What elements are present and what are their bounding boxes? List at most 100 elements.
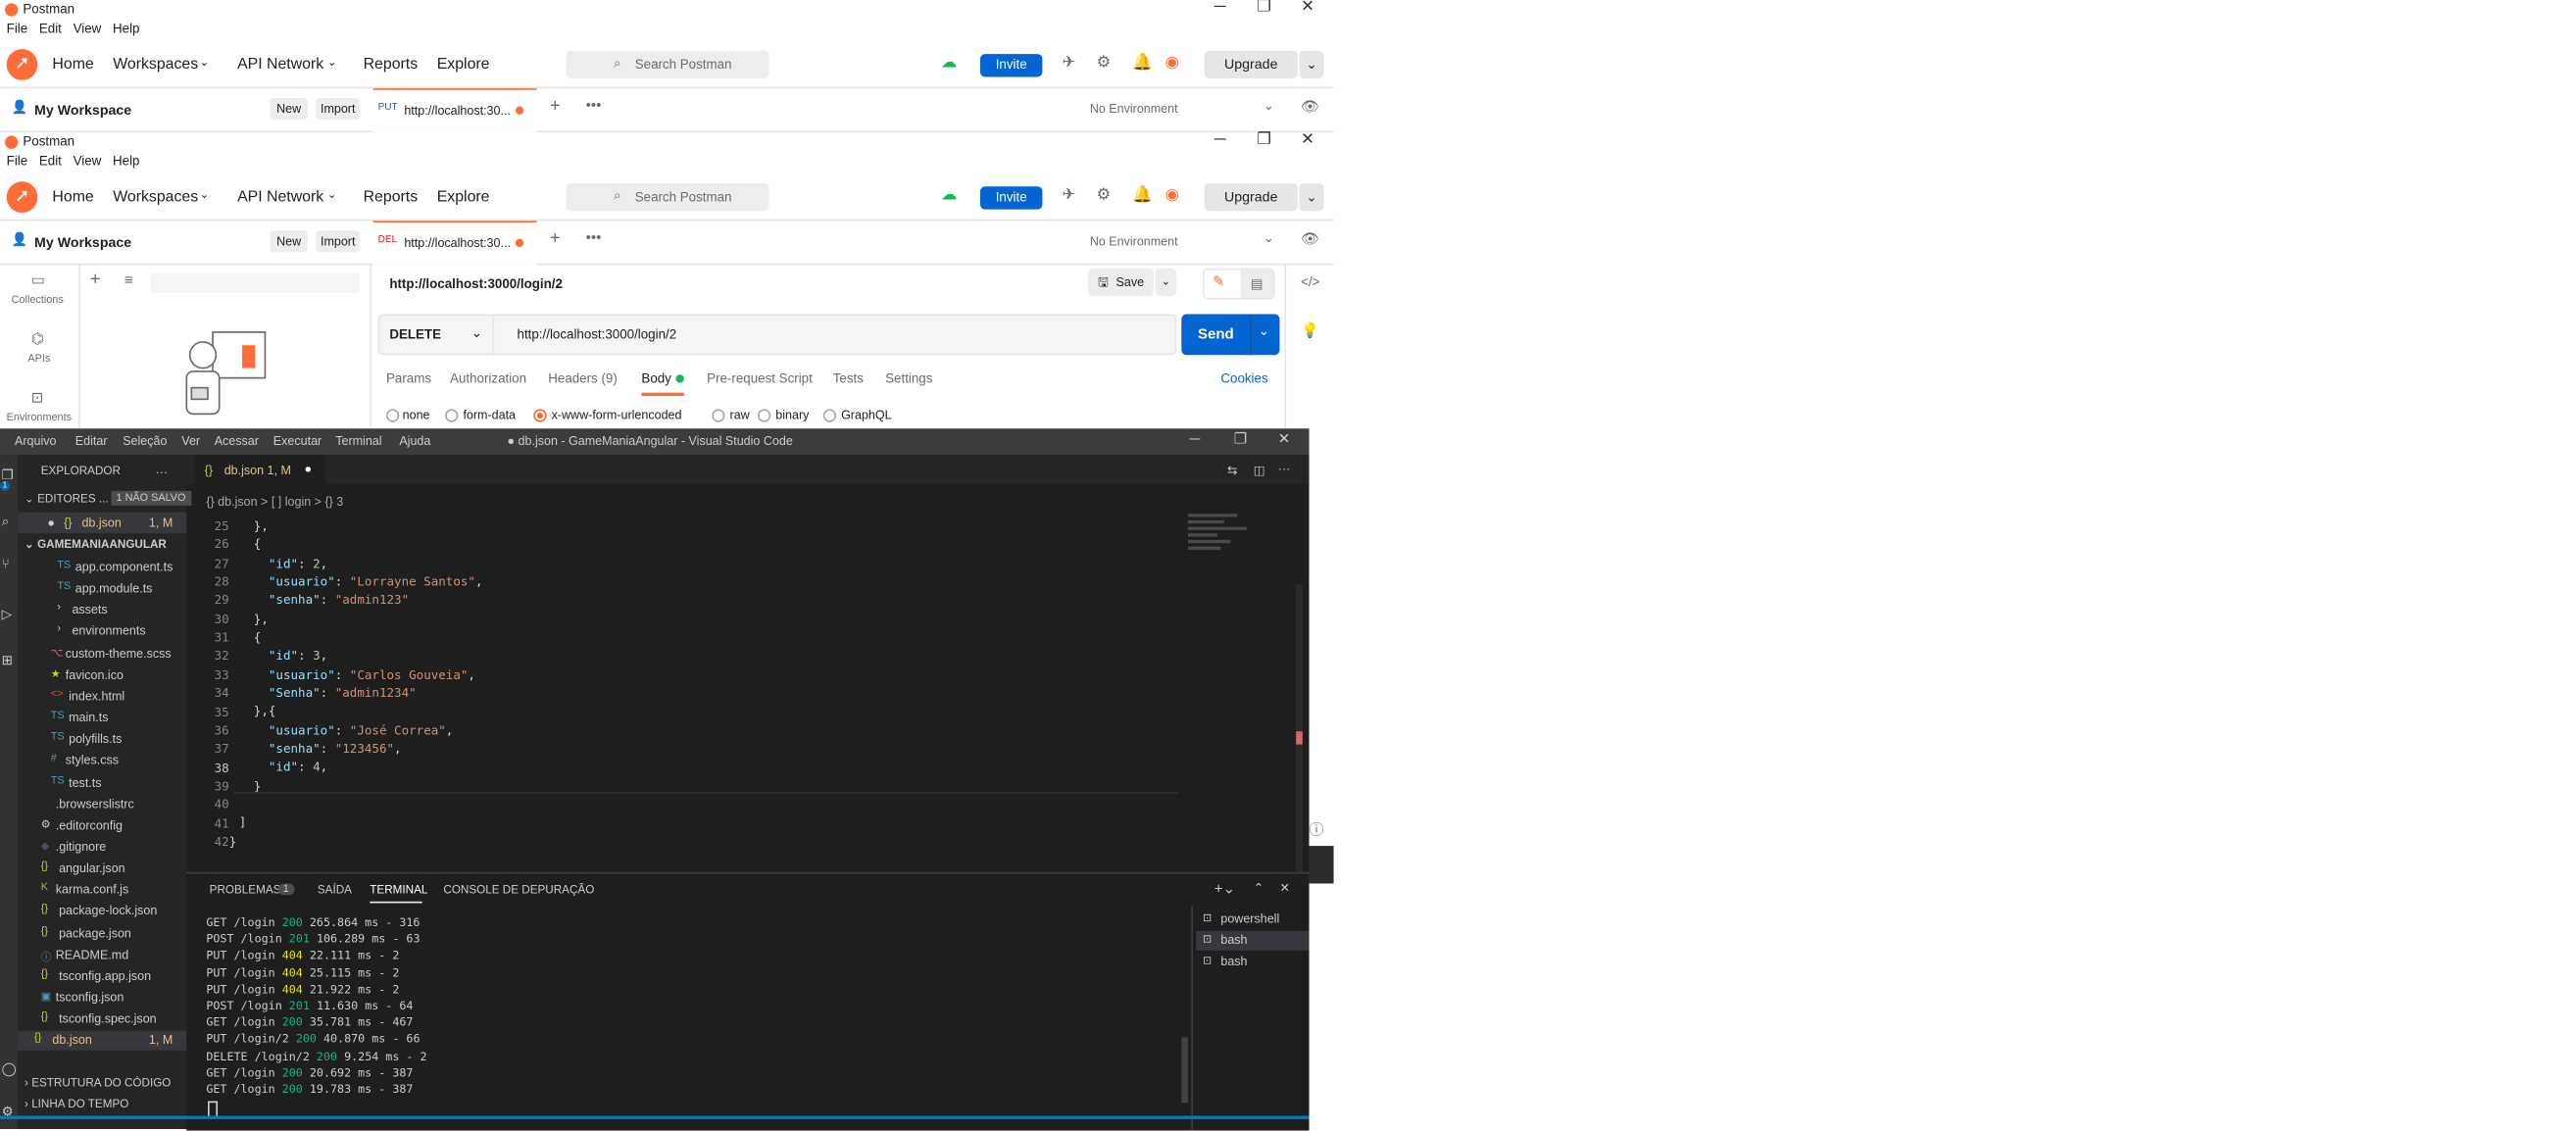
tab-terminal[interactable]: TERMINAL — [370, 885, 427, 897]
help-icon[interactable]: ⓘ — [1310, 818, 1334, 843]
radio-binary[interactable] — [757, 409, 771, 422]
save-button[interactable]: 🖫 Save — [1088, 268, 1154, 297]
extensions-icon[interactable]: ⊞ — [2, 653, 13, 667]
menu-edit[interactable]: Edit — [39, 154, 62, 169]
tab-db-json[interactable]: {} db.json 1, M ● — [194, 455, 326, 485]
chevron-down-icon[interactable]: ⌄ — [1263, 230, 1274, 245]
code-icon[interactable]: </> — [1301, 274, 1319, 289]
nav-home[interactable]: Home — [52, 188, 93, 206]
environment-select[interactable]: No Environment — [1090, 234, 1178, 249]
invite-button[interactable]: Invite — [979, 54, 1043, 77]
radio-form-data[interactable] — [445, 409, 459, 422]
nav-home[interactable]: Home — [52, 56, 93, 74]
request-tab[interactable]: DEL http://localhost:30... — [372, 221, 537, 266]
satellite-icon[interactable]: ✈ — [1062, 54, 1075, 72]
chevron-down-icon[interactable]: ⌄ — [1263, 98, 1274, 113]
nav-api-network[interactable]: API Network — [237, 188, 323, 206]
compare-icon[interactable]: ⇆ — [1227, 463, 1238, 477]
file-item[interactable]: ◆ .gitignore — [18, 838, 186, 858]
pencil-icon[interactable]: ✎ — [1213, 273, 1225, 291]
workspace-name[interactable]: My Workspace — [34, 234, 131, 251]
new-button[interactable]: New — [270, 98, 308, 120]
tab-debug-console[interactable]: CONSOLE DE DEPURAÇÃO — [443, 885, 594, 897]
chevron-down-icon[interactable]: ⌄ — [471, 325, 482, 340]
postman-home-icon[interactable]: ➚ — [6, 49, 38, 80]
workspace-name[interactable]: My Workspace — [34, 102, 131, 119]
chevron-down-icon[interactable]: ⌄ — [1155, 268, 1177, 297]
close-panel-icon[interactable]: ✕ — [1279, 880, 1290, 895]
tab-tests[interactable]: Tests — [833, 371, 864, 386]
menu-executar[interactable]: Executar — [273, 433, 322, 448]
maximize-icon[interactable]: ❐ — [1234, 430, 1247, 448]
menu-editar[interactable]: Editar — [75, 433, 108, 448]
file-item[interactable]: TS polyfills.ts — [18, 730, 186, 750]
tab-settings[interactable]: Settings — [885, 371, 932, 386]
radio-urlencoded[interactable] — [533, 409, 547, 422]
minimize-icon[interactable]: ─ — [1214, 0, 1226, 17]
sync-icon[interactable]: ☁ — [941, 54, 958, 72]
minimize-icon[interactable]: ─ — [1190, 430, 1201, 447]
tab-authorization[interactable]: Authorization — [450, 371, 526, 386]
menu-arquivo[interactable]: Arquivo — [15, 433, 56, 448]
bell-icon[interactable]: 🔔 — [1132, 54, 1153, 72]
url-input[interactable]: http://localhost:3000/login/2 — [518, 327, 677, 342]
tab-prerequest-script[interactable]: Pre-request Script — [707, 371, 813, 386]
chevron-down-icon[interactable]: ⌄ — [1299, 182, 1324, 212]
nav-workspaces[interactable]: Workspaces — [113, 56, 198, 74]
plus-icon[interactable]: + — [550, 96, 561, 116]
minimize-icon[interactable]: ─ — [1214, 131, 1226, 149]
menu-selecao[interactable]: Seleção — [123, 433, 167, 448]
file-item[interactable]: {} tsconfig.spec.json — [18, 1009, 186, 1029]
close-icon[interactable]: ✕ — [1278, 430, 1291, 448]
new-terminal-icon[interactable]: +⌄ — [1214, 880, 1235, 898]
upgrade-button[interactable]: Upgrade — [1204, 182, 1298, 212]
import-button[interactable]: Import — [316, 98, 361, 120]
file-item[interactable]: TS main.ts — [18, 709, 186, 728]
more-icon[interactable]: ··· — [1278, 462, 1291, 476]
sync-icon[interactable]: ☁ — [941, 186, 958, 204]
search-input[interactable]: ⌕ Search Postman — [566, 50, 769, 79]
avatar[interactable]: ◉ — [1165, 54, 1180, 72]
nav-workspaces[interactable]: Workspaces — [113, 188, 198, 206]
file-item[interactable]: Kkarma.conf.js — [18, 881, 186, 901]
doc-icon[interactable]: ▤ — [1240, 270, 1273, 298]
file-item[interactable]: {} tsconfig.app.json — [18, 966, 186, 986]
avatar[interactable]: ◉ — [1165, 186, 1180, 204]
method-select[interactable]: DELETE — [389, 327, 441, 342]
terminal-item[interactable]: ⊡ bash — [1196, 930, 1310, 951]
menu-view[interactable]: View — [74, 22, 102, 36]
filter-icon[interactable]: ≡ — [124, 271, 133, 288]
nav-reports[interactable]: Reports — [364, 56, 419, 74]
terminal-item[interactable]: ⊡ bash — [1196, 953, 1309, 972]
file-item[interactable]: # styles.css — [18, 752, 186, 771]
eye-icon[interactable]: 👁 — [1301, 98, 1319, 116]
chevron-down-icon[interactable]: ⌄ — [1299, 50, 1324, 79]
radio-graphql[interactable] — [822, 409, 837, 422]
sidebar-item-apis[interactable]: APIs — [27, 354, 50, 366]
file-item[interactable]: {} angular.json — [18, 860, 186, 879]
tab-headers[interactable]: Headers (9) — [548, 371, 618, 386]
gear-icon[interactable]: ⚙ — [1096, 186, 1111, 204]
project-header[interactable]: ⌄ GAMEMANIAANGULAR — [25, 538, 167, 552]
folder-item[interactable]: › assets — [18, 601, 186, 620]
lightbulb-icon[interactable]: 💡 — [1301, 322, 1319, 340]
scrollbar[interactable] — [1181, 1037, 1188, 1104]
breadcrumb[interactable]: {} db.json > [ ] login > {} 3 — [206, 494, 343, 509]
menu-edit[interactable]: Edit — [39, 22, 62, 36]
cookies-link[interactable]: Cookies — [1220, 371, 1267, 386]
send-button[interactable]: Send ⌄ — [1181, 314, 1280, 356]
dot-icon[interactable]: ● — [305, 462, 313, 476]
file-item[interactable]: ▣ tsconfig.json — [18, 988, 186, 1008]
more-icon[interactable]: ··· — [156, 465, 169, 479]
sidebar-item-environments[interactable]: Environments — [7, 413, 72, 424]
file-item[interactable]: ⓘ README.md — [18, 945, 186, 964]
bell-icon[interactable]: 🔔 — [1132, 186, 1153, 204]
close-icon[interactable]: ✕ — [1301, 131, 1314, 149]
menu-view[interactable]: View — [74, 154, 102, 169]
environment-select[interactable]: No Environment — [1090, 102, 1178, 117]
maximize-icon[interactable]: ❐ — [1257, 0, 1271, 17]
search-input[interactable]: ⌕ Search Postman — [566, 182, 769, 212]
tab-body[interactable]: Body — [641, 371, 670, 386]
folder-item[interactable]: › environments — [18, 622, 186, 642]
file-item[interactable]: ★ favicon.ico — [18, 665, 186, 685]
